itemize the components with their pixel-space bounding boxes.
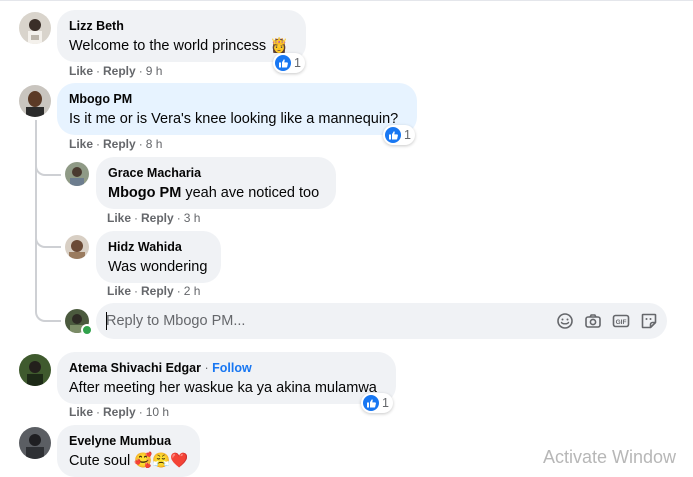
- comment-actions: Like · Reply · 9 h: [69, 64, 163, 78]
- timestamp[interactable]: 9 h: [146, 64, 163, 78]
- online-status-indicator: [81, 324, 93, 336]
- reply-bubble: Hidz Wahida Was wondering: [96, 231, 221, 283]
- text-caret: [106, 312, 107, 330]
- camera-icon[interactable]: [583, 311, 603, 331]
- reaction-count: 1: [382, 396, 389, 410]
- like-link[interactable]: Like: [69, 405, 93, 419]
- reply-author[interactable]: Hidz Wahida: [108, 239, 209, 255]
- reply-link[interactable]: Reply: [103, 405, 136, 419]
- avatar[interactable]: [65, 162, 89, 186]
- avatar[interactable]: [19, 85, 51, 117]
- comment-author-line: Atema Shivachi Edgar · Follow: [69, 361, 252, 375]
- comment-text: Is it me or is Vera's knee looking like …: [69, 111, 399, 127]
- comment-bubble: Atema Shivachi Edgar · Follow After meet…: [57, 352, 396, 404]
- avatar[interactable]: [19, 427, 51, 459]
- comment-text: After meeting her waskue ka ya akina mul…: [69, 380, 377, 396]
- svg-text:GIF: GIF: [616, 319, 627, 326]
- reply-bubble: Grace Macharia Mbogo PM yeah ave noticed…: [96, 157, 336, 209]
- sticker-icon[interactable]: [639, 311, 659, 331]
- reply-link[interactable]: Reply: [141, 284, 174, 298]
- like-link[interactable]: Like: [107, 211, 131, 225]
- reply-input[interactable]: [106, 311, 526, 331]
- like-link[interactable]: Like: [69, 64, 93, 78]
- like-link[interactable]: Like: [107, 284, 131, 298]
- comment-author[interactable]: Atema Shivachi Edgar: [69, 361, 201, 375]
- comment-author[interactable]: Mbogo PM: [69, 91, 405, 107]
- emoji-icon[interactable]: [555, 311, 575, 331]
- follow-button[interactable]: Follow: [212, 361, 252, 375]
- top-divider: [0, 0, 693, 1]
- emoji-reactions: 🥰😤❤️: [134, 453, 189, 469]
- reply-actions: Like · Reply · 2 h: [107, 284, 201, 298]
- comment-text: Welcome to the world princess 👸: [69, 38, 289, 54]
- activation-watermark: Activate Window: [543, 447, 677, 467]
- reply-actions: Like · Reply · 3 h: [107, 211, 201, 225]
- timestamp[interactable]: 3 h: [184, 211, 201, 225]
- comment-bubble: Mbogo PM Is it me or is Vera's knee look…: [57, 83, 417, 135]
- comment-bubble: Evelyne Mumbua Cute soul 🥰😤❤️: [57, 425, 200, 477]
- reaction-count: 1: [404, 128, 411, 142]
- reply-author[interactable]: Grace Macharia: [108, 165, 324, 181]
- comment-actions: Like · Reply · 10 h: [69, 405, 170, 419]
- reaction-summary[interactable]: 1: [361, 393, 393, 413]
- timestamp[interactable]: 10 h: [146, 405, 169, 419]
- avatar[interactable]: [65, 235, 89, 259]
- comment-text: Cute soul 🥰😤❤️: [69, 453, 189, 469]
- princess-emoji: 👸: [270, 38, 289, 54]
- comment-author[interactable]: Lizz Beth: [69, 18, 294, 34]
- reply-text: Mbogo PM yeah ave noticed too: [108, 185, 320, 201]
- reply-link[interactable]: Reply: [141, 211, 174, 225]
- avatar[interactable]: [19, 354, 51, 386]
- like-reaction-icon: [385, 127, 401, 143]
- reply-link[interactable]: Reply: [103, 64, 136, 78]
- reply-text: Was wondering: [108, 259, 208, 275]
- reaction-summary[interactable]: 1: [383, 125, 415, 145]
- comment-bubble: Lizz Beth Welcome to the world princess …: [57, 10, 306, 62]
- like-reaction-icon: [275, 55, 291, 71]
- thread-line: [35, 120, 37, 245]
- reaction-count: 1: [294, 56, 301, 70]
- like-reaction-icon: [363, 395, 379, 411]
- thread-branch: [35, 245, 61, 322]
- thread-branch: [35, 160, 61, 176]
- reaction-summary[interactable]: 1: [273, 53, 305, 73]
- gif-icon[interactable]: GIF: [611, 311, 631, 331]
- reply-composer[interactable]: GIF: [96, 303, 667, 339]
- reply-link[interactable]: Reply: [103, 137, 136, 151]
- timestamp[interactable]: 2 h: [184, 284, 201, 298]
- avatar[interactable]: [19, 12, 51, 44]
- comment-author[interactable]: Evelyne Mumbua: [69, 433, 188, 449]
- timestamp[interactable]: 8 h: [146, 137, 163, 151]
- comment-actions: Like · Reply · 8 h: [69, 137, 163, 151]
- mention-link[interactable]: Mbogo PM: [108, 185, 181, 201]
- like-link[interactable]: Like: [69, 137, 93, 151]
